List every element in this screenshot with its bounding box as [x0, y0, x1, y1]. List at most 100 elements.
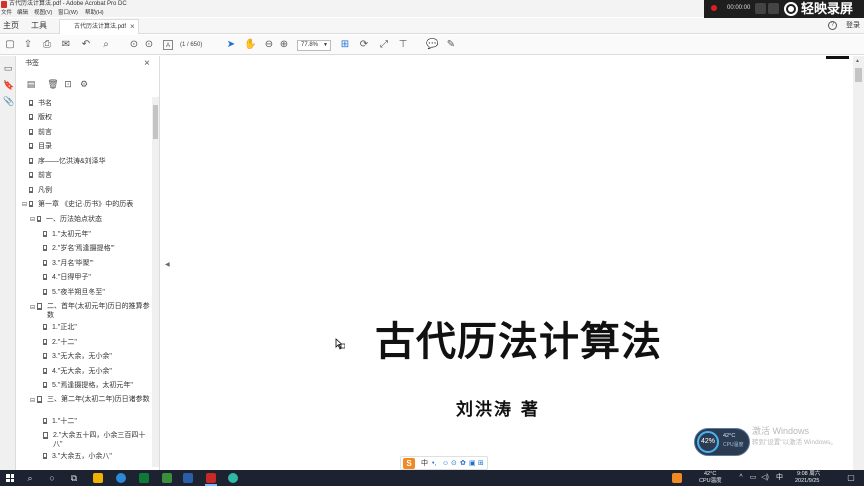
- menu-edit[interactable]: 编辑: [17, 9, 28, 17]
- scrollbar-thumb[interactable]: [153, 105, 158, 139]
- windows-start-icon[interactable]: [6, 474, 14, 482]
- notification-icon[interactable]: ▢: [846, 473, 856, 483]
- cpu-monitor-widget[interactable]: 42% 42°C CPU温度: [694, 428, 750, 456]
- attachments-icon[interactable]: 📎: [3, 96, 14, 106]
- delete-icon[interactable]: 🗑: [47, 78, 59, 90]
- bookmark-item[interactable]: 版权: [29, 113, 52, 122]
- pause-icon[interactable]: [755, 3, 766, 14]
- comment-icon[interactable]: 💬: [426, 39, 438, 51]
- highlight-pen-icon[interactable]: ✎: [445, 39, 457, 51]
- undo-icon[interactable]: ↶: [80, 39, 92, 51]
- bookmark-item[interactable]: 凡例: [29, 186, 52, 195]
- punctuation-icon[interactable]: •,: [432, 457, 436, 471]
- page-down-icon[interactable]: ⊙: [143, 39, 155, 51]
- collapse-icon[interactable]: ⊟: [30, 216, 35, 224]
- rotate-icon[interactable]: ⟳: [358, 39, 370, 51]
- bookmark-item[interactable]: 2."岁名'焉逢摄提格'": [43, 244, 114, 253]
- tab-document[interactable]: 古代历法计算法.pdf ×: [59, 19, 139, 34]
- toolbox-icon[interactable]: ▣: [469, 457, 476, 471]
- document-scrollbar[interactable]: ▲: [853, 56, 864, 470]
- close-icon[interactable]: ×: [144, 58, 150, 69]
- tab-tools[interactable]: 工具: [31, 18, 47, 34]
- bookmark-item[interactable]: 3."大余五，小余八": [43, 452, 112, 461]
- acrobat-icon[interactable]: [206, 473, 216, 483]
- task-view-icon[interactable]: ⧉: [69, 473, 79, 483]
- panel-toggle-icon[interactable]: ◀: [165, 261, 170, 268]
- emoji-icon[interactable]: ☺: [442, 457, 449, 471]
- clock-date[interactable]: 2021/9/25: [795, 477, 819, 485]
- sogou-logo-icon[interactable]: S: [403, 458, 415, 469]
- chevron-up-icon[interactable]: ^: [736, 473, 746, 483]
- cortana-icon[interactable]: ○: [47, 473, 57, 483]
- page-thumbnails-icon[interactable]: ▭: [3, 63, 13, 73]
- create-icon[interactable]: ▢: [4, 39, 16, 51]
- bookmark-item[interactable]: 3."无大余，无小余": [43, 352, 112, 361]
- bookmarks-scrollbar[interactable]: [152, 97, 159, 467]
- upload-icon[interactable]: ⇪: [22, 39, 34, 51]
- input-language[interactable]: 中: [776, 474, 783, 482]
- zoom-in-icon[interactable]: ⊕: [278, 39, 290, 51]
- collapse-icon[interactable]: ⊟: [30, 397, 35, 405]
- bookmark-item[interactable]: 书名: [29, 99, 52, 108]
- close-icon[interactable]: ×: [130, 20, 135, 34]
- zoom-select[interactable]: 77.8% ▼: [297, 40, 331, 51]
- search-icon[interactable]: ⌕: [100, 39, 112, 51]
- bookmark-item[interactable]: 1."正北": [43, 323, 77, 332]
- login-link[interactable]: 登录: [846, 18, 860, 34]
- email-icon[interactable]: ✉: [60, 39, 72, 51]
- file-explorer-icon[interactable]: [93, 473, 103, 483]
- menu-view[interactable]: 视图(V): [34, 9, 52, 17]
- menu-help[interactable]: 帮助(H): [85, 9, 104, 17]
- bookmark-item[interactable]: 1."十二": [43, 417, 77, 426]
- bookmark-item[interactable]: 5."焉逢摄提格，太初元年": [43, 381, 133, 390]
- bookmark-item[interactable]: 2."十二": [43, 338, 77, 347]
- scroll-up-icon[interactable]: ▲: [855, 58, 860, 64]
- ime-mode-toggle[interactable]: 中: [421, 457, 428, 471]
- page-up-icon[interactable]: ⊙: [128, 39, 140, 51]
- recorder-app-icon[interactable]: [228, 473, 238, 483]
- menu-window[interactable]: 窗口(W): [58, 9, 78, 17]
- hand-tool-icon[interactable]: ✋: [244, 39, 256, 51]
- full-screen-icon[interactable]: ⤢: [378, 39, 390, 51]
- bookmark-item[interactable]: 2."大余五十四，小余三百四十八": [53, 431, 151, 449]
- bookmark-item[interactable]: 前言: [29, 171, 52, 180]
- volume-icon[interactable]: ◁): [760, 473, 770, 483]
- bookmark-item[interactable]: 3."月名'毕聚'": [43, 259, 93, 268]
- bookmark-item[interactable]: 序——忆洪涛&刘泽华: [29, 157, 106, 166]
- collapse-icon[interactable]: ⊟: [30, 304, 35, 312]
- search-icon[interactable]: ⌕: [25, 473, 35, 483]
- print-icon[interactable]: ⎙: [41, 39, 53, 51]
- store-icon[interactable]: [139, 473, 149, 483]
- bookmark-item[interactable]: 二、首年(太初元年)历日的推算参数: [47, 302, 151, 320]
- select-cursor-icon[interactable]: ➤: [225, 39, 237, 51]
- tab-home[interactable]: 主页: [3, 18, 19, 34]
- options-icon[interactable]: ▤: [25, 78, 37, 90]
- chat-app-icon[interactable]: [162, 473, 172, 483]
- bookmarks-icon[interactable]: 🔖: [3, 80, 14, 90]
- grid-icon[interactable]: ⊞: [478, 457, 484, 471]
- word-icon[interactable]: [183, 473, 193, 483]
- bookmark-item[interactable]: 4."日得甲子": [43, 273, 91, 282]
- bookmark-item[interactable]: 三、第二年(太初二年)历日诸参数: [47, 395, 151, 404]
- menu-file[interactable]: 文件: [1, 9, 12, 17]
- expand-bookmark-icon[interactable]: ⚙: [78, 78, 90, 90]
- fit-page-icon[interactable]: ⊞: [339, 39, 351, 51]
- help-icon[interactable]: ?: [828, 21, 837, 30]
- bookmark-item[interactable]: 第一章 《史记·历书》中的历表: [29, 200, 133, 209]
- bookmark-item[interactable]: 5."夜半朔旦冬至": [43, 288, 105, 297]
- bookmark-item[interactable]: 前言: [29, 128, 52, 137]
- new-bookmark-icon[interactable]: ⊡: [62, 78, 74, 90]
- voice-icon[interactable]: ⊙: [451, 457, 457, 471]
- zoom-out-icon[interactable]: ⊖: [263, 39, 275, 51]
- page-number-input[interactable]: A: [163, 40, 173, 50]
- bookmark-item[interactable]: 4."无大余，无小余": [43, 367, 112, 376]
- record-dot-icon[interactable]: [711, 5, 717, 11]
- stop-icon[interactable]: [768, 3, 779, 14]
- scrollbar-thumb[interactable]: [855, 68, 862, 82]
- skin-icon[interactable]: ✿: [460, 457, 466, 471]
- network-icon[interactable]: ▭: [748, 473, 758, 483]
- sogou-tray-icon[interactable]: [672, 473, 682, 483]
- bookmark-item[interactable]: 一、历法始点状态: [37, 215, 102, 224]
- bookmark-item[interactable]: 目录: [29, 142, 52, 151]
- edge-browser-icon[interactable]: [116, 473, 126, 483]
